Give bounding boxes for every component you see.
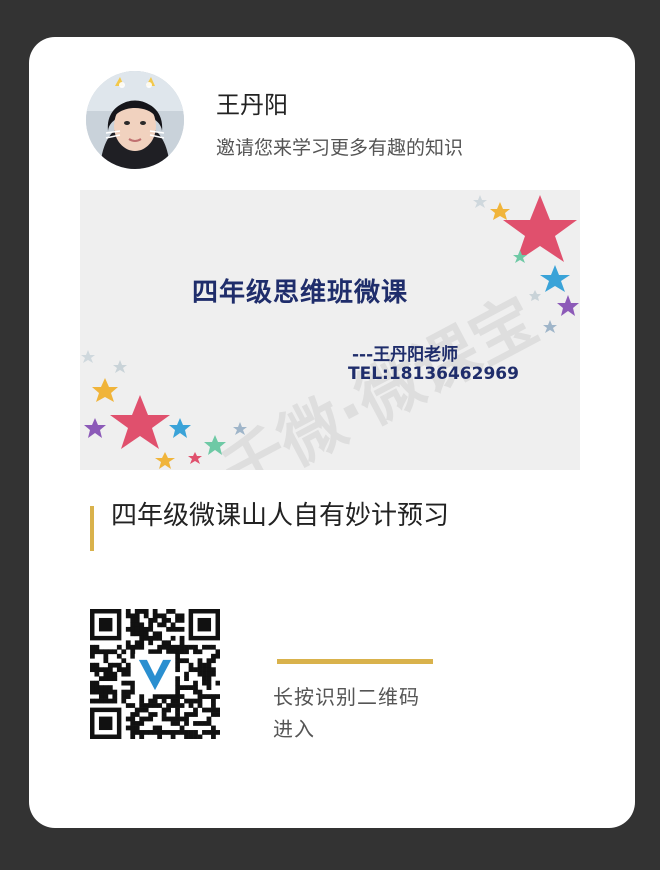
course-title: 四年级微课山人自有妙计预习 xyxy=(111,501,450,531)
invite-text: 邀请您来学习更多有趣的知识 xyxy=(216,137,464,159)
share-card: 王丹阳 邀请您来学习更多有趣的知识 千微·微课宝 四年级思维班微课 ---王丹阳… xyxy=(29,37,635,828)
avatar xyxy=(86,71,184,169)
gold-divider xyxy=(277,659,433,664)
title-accent-bar xyxy=(90,506,94,551)
cover-title: 四年级思维班微课 xyxy=(192,278,409,308)
course-cover-image[interactable]: 千微·微课宝 四年级思维班微课 ---王丹阳老师 TEL:18136462969 xyxy=(80,190,580,470)
cover-phone: TEL:18136462969 xyxy=(348,364,519,384)
qr-hint-line2: 进入 xyxy=(273,717,315,741)
author-name: 王丹阳 xyxy=(216,91,288,119)
cover-teacher: ---王丹阳老师 xyxy=(352,345,459,365)
qr-hint-line1: 长按识别二维码 xyxy=(273,685,420,709)
qr-code[interactable] xyxy=(90,609,221,740)
